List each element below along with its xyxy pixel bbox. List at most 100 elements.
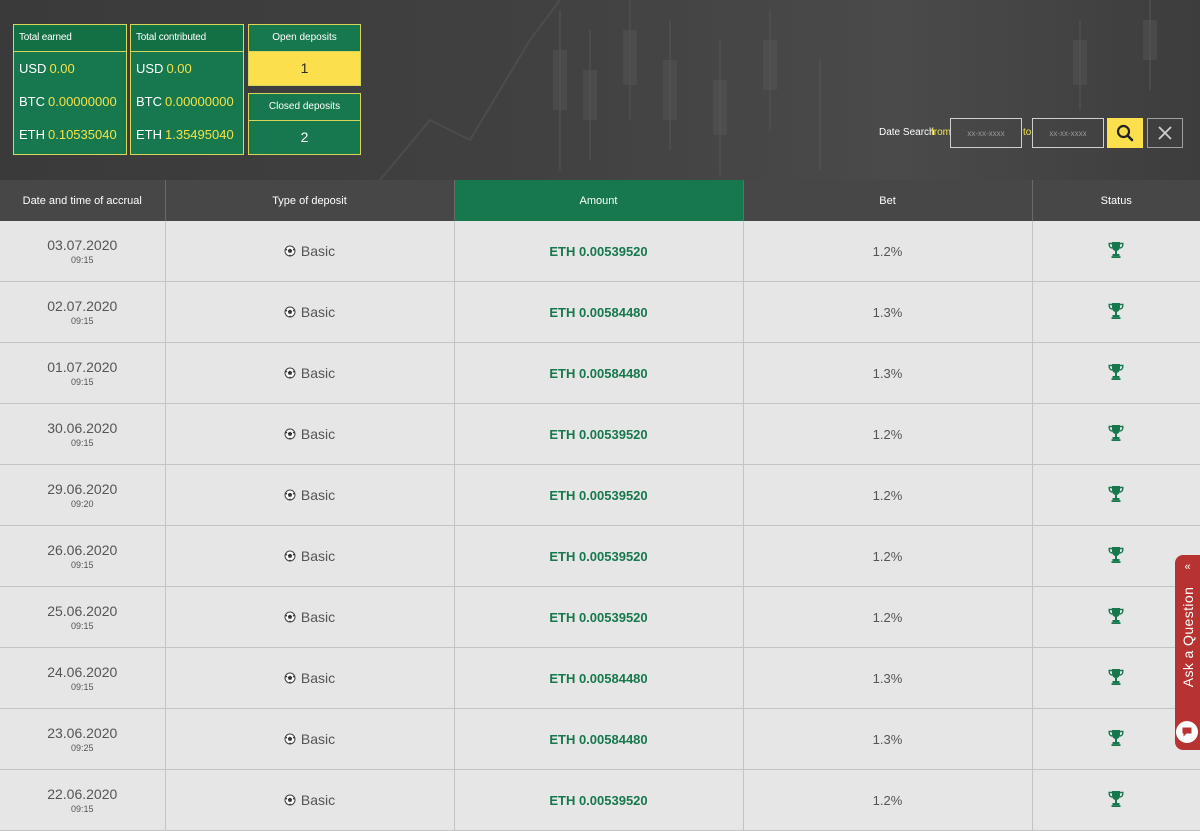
open-deposits-box[interactable]: Open deposits 1 <box>248 24 361 86</box>
cell-date: 23.06.2020 09:25 <box>0 708 166 770</box>
table-row: 22.06.2020 09:15 Basic ETH 0.00539520 1.2% <box>0 769 1200 831</box>
cell-status <box>1032 281 1200 343</box>
accrual-time: 09:15 <box>70 376 94 387</box>
amount-value: 0.00 <box>166 61 192 76</box>
bet-value: 1.2% <box>872 792 903 808</box>
search-button[interactable] <box>1107 118 1143 148</box>
soccer-ball-icon <box>284 550 296 562</box>
deposit-type: Basic <box>300 303 336 320</box>
accrual-time: 09:15 <box>70 559 94 570</box>
cell-date: 02.07.2020 09:15 <box>0 281 166 343</box>
chevron-double-left-icon: « <box>1184 561 1191 573</box>
cell-type: Basic <box>165 403 455 465</box>
date-to-input[interactable] <box>1032 118 1104 148</box>
column-header-date[interactable]: Date and time of accrual <box>0 180 166 221</box>
header-panel: Total earned USD 0.00 BTC 0.00000000 ETH 0.… <box>0 0 1200 180</box>
cell-amount: ETH 0.00584480 <box>454 647 744 709</box>
close-icon <box>1158 126 1172 140</box>
cell-type: Basic <box>165 221 455 282</box>
trophy-icon <box>1108 546 1124 564</box>
total-earned-btc: BTC 0.00000000 <box>14 85 126 118</box>
cell-bet: 1.3% <box>743 647 1033 709</box>
total-contributed-card: Total contributed USD 0.00 BTC 0.00000000 … <box>130 24 244 155</box>
closed-deposits-label: Closed deposits <box>249 94 360 121</box>
bet-value: 1.2% <box>872 609 903 625</box>
accrual-date: 02.07.2020 <box>47 297 118 314</box>
cell-date: 03.07.2020 09:15 <box>0 221 166 282</box>
accrual-date: 23.06.2020 <box>47 724 118 741</box>
total-earned-usd: USD 0.00 <box>14 52 126 85</box>
ask-question-label: Ask a Question <box>1179 586 1196 688</box>
cell-amount: ETH 0.00584480 <box>454 281 744 343</box>
amount-value: ETH 0.00584480 <box>549 670 648 686</box>
clear-search-button[interactable] <box>1147 118 1183 148</box>
table-row: 29.06.2020 09:20 Basic ETH 0.00539520 1.2% <box>0 464 1200 526</box>
amount-value: 0.10535040 <box>48 127 117 142</box>
cell-type: Basic <box>165 525 455 587</box>
amount-value: ETH 0.00539520 <box>549 792 648 808</box>
bet-value: 1.3% <box>872 365 903 381</box>
cell-amount: ETH 0.00539520 <box>454 586 744 648</box>
accrual-date: 26.06.2020 <box>47 541 118 558</box>
table-row: 23.06.2020 09:25 Basic ETH 0.00584480 1.3% <box>0 708 1200 770</box>
search-icon <box>1116 124 1134 142</box>
column-header-amount[interactable]: Amount <box>454 180 744 221</box>
cell-bet: 1.3% <box>743 281 1033 343</box>
cell-amount: ETH 0.00539520 <box>454 769 744 831</box>
bet-value: 1.2% <box>872 548 903 564</box>
cell-amount: ETH 0.00539520 <box>454 525 744 587</box>
accrual-time: 09:15 <box>70 620 94 631</box>
cell-bet: 1.2% <box>743 464 1033 526</box>
table-row: 03.07.2020 09:15 Basic ETH 0.00539520 1.2% <box>0 221 1200 282</box>
trophy-icon <box>1108 607 1124 625</box>
cell-date: 26.06.2020 09:15 <box>0 525 166 587</box>
amount-value: ETH 0.00539520 <box>549 243 648 259</box>
column-header-bet[interactable]: Bet <box>743 180 1033 221</box>
amount-value: ETH 0.00584480 <box>549 304 648 320</box>
cell-status <box>1032 403 1200 465</box>
trophy-icon <box>1108 668 1124 686</box>
table-row: 26.06.2020 09:15 Basic ETH 0.00539520 1.2% <box>0 525 1200 587</box>
cell-date: 22.06.2020 09:15 <box>0 769 166 831</box>
cell-type: Basic <box>165 342 455 404</box>
cell-amount: ETH 0.00539520 <box>454 403 744 465</box>
currency-label: USD <box>136 61 164 76</box>
accrual-time: 09:15 <box>70 254 94 265</box>
cell-amount: ETH 0.00539520 <box>454 464 744 526</box>
accrual-time: 09:15 <box>70 681 94 692</box>
cell-status <box>1032 221 1200 282</box>
cell-bet: 1.2% <box>743 769 1033 831</box>
trophy-icon <box>1108 363 1124 381</box>
amount-value: ETH 0.00539520 <box>549 487 648 503</box>
trophy-icon <box>1108 790 1124 808</box>
accrual-time: 09:15 <box>70 315 94 326</box>
deposit-type: Basic <box>300 669 336 686</box>
accrual-time: 09:25 <box>70 742 94 753</box>
column-header-status[interactable]: Status <box>1032 180 1200 221</box>
column-header-type[interactable]: Type of deposit <box>165 180 455 221</box>
accruals-table: Date and time of accrual Type of deposit… <box>0 180 1200 831</box>
deposit-type: Basic <box>300 730 336 747</box>
closed-deposits-box[interactable]: Closed deposits 2 <box>248 93 361 155</box>
deposit-type: Basic <box>300 608 336 625</box>
open-deposits-count: 1 <box>249 52 360 85</box>
cell-bet: 1.2% <box>743 586 1033 648</box>
total-contributed-title: Total contributed <box>131 25 243 52</box>
amount-value: ETH 0.00539520 <box>549 426 648 442</box>
amount-value: 0.00 <box>49 61 75 76</box>
table-header-row: Date and time of accrual Type of deposit… <box>0 180 1200 221</box>
cell-bet: 1.3% <box>743 342 1033 404</box>
date-to-label: to <box>1023 127 1032 138</box>
cell-bet: 1.2% <box>743 221 1033 282</box>
bet-value: 1.3% <box>872 304 903 320</box>
ask-question-widget[interactable]: « Ask a Question <box>1175 555 1200 750</box>
cell-status <box>1032 464 1200 526</box>
table-row: 25.06.2020 09:15 Basic ETH 0.00539520 1.2% <box>0 586 1200 648</box>
bet-value: 1.2% <box>872 243 903 259</box>
cell-date: 29.06.2020 09:20 <box>0 464 166 526</box>
bet-value: 1.2% <box>872 426 903 442</box>
currency-label: BTC <box>136 94 162 109</box>
date-from-input[interactable] <box>950 118 1022 148</box>
cell-amount: ETH 0.00584480 <box>454 708 744 770</box>
currency-label: ETH <box>136 127 162 142</box>
